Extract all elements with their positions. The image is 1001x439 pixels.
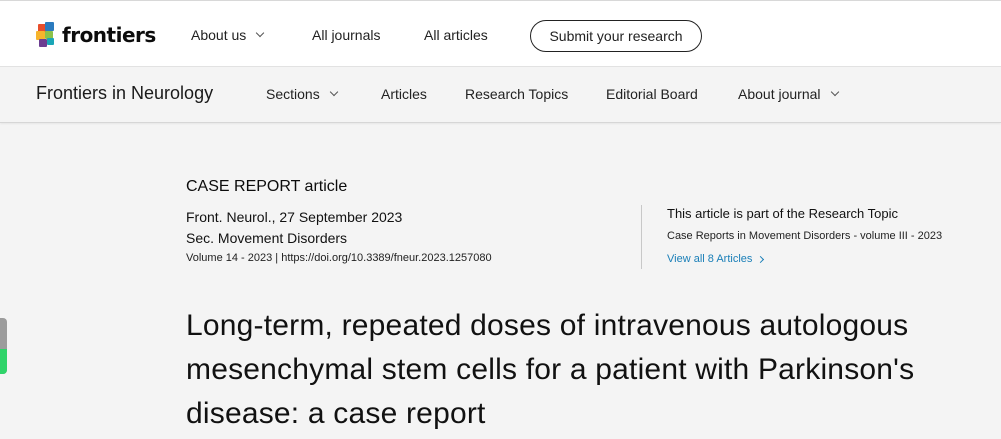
chevron-right-icon bbox=[757, 255, 765, 263]
journal-nav-sections-label: Sections bbox=[266, 86, 320, 102]
journal-title[interactable]: Frontiers in Neurology bbox=[36, 83, 213, 104]
article-citation: Front. Neurol., 27 September 2023 bbox=[186, 209, 403, 225]
nav-all-journals-label: All journals bbox=[312, 27, 381, 43]
nav-all-articles-label: All articles bbox=[424, 27, 488, 43]
journal-nav-editorial-board-label: Editorial Board bbox=[606, 86, 698, 102]
research-topic-label: This article is part of the Research Top… bbox=[667, 206, 898, 221]
nav-about-us-label: About us bbox=[191, 27, 247, 43]
top-navigation-bar: frontiers About us All journals All arti… bbox=[0, 0, 1001, 67]
journal-nav-articles[interactable]: Articles bbox=[381, 86, 427, 102]
journal-nav-research-topics-label: Research Topics bbox=[465, 86, 569, 102]
journal-nav-research-topics[interactable]: Research Topics bbox=[465, 86, 568, 102]
nav-all-journals[interactable]: All journals bbox=[312, 27, 380, 43]
nav-all-articles[interactable]: All articles bbox=[424, 27, 488, 43]
journal-nav-articles-label: Articles bbox=[381, 86, 427, 102]
chevron-down-icon bbox=[830, 87, 839, 97]
article-type: CASE REPORT article bbox=[186, 178, 348, 195]
chevron-down-icon bbox=[256, 28, 265, 38]
journal-nav-about-journal-label: About journal bbox=[738, 86, 821, 102]
side-feedback-widget[interactable] bbox=[0, 318, 7, 374]
frontiers-logo-icon bbox=[36, 22, 58, 48]
journal-nav-editorial-board[interactable]: Editorial Board bbox=[606, 86, 698, 102]
article-title: Long-term, repeated doses of intravenous… bbox=[186, 309, 915, 430]
article-section: Sec. Movement Disorders bbox=[186, 230, 348, 246]
divider bbox=[641, 205, 642, 269]
journal-navigation-bar: Frontiers in Neurology Sections Articles… bbox=[0, 67, 1001, 123]
journal-nav-about-journal[interactable]: About journal bbox=[738, 86, 839, 102]
view-all-articles-link[interactable]: View all 8 Articles bbox=[667, 253, 765, 265]
side-widget-fill bbox=[0, 348, 7, 374]
chevron-down-icon bbox=[329, 87, 338, 97]
submit-research-button[interactable]: Submit your research bbox=[530, 20, 702, 52]
frontiers-logo[interactable]: frontiers bbox=[36, 21, 156, 49]
research-topic-name[interactable]: Case Reports in Movement Disorders - vol… bbox=[667, 230, 942, 242]
logo-text: frontiers bbox=[62, 23, 156, 47]
article-volume-doi[interactable]: Volume 14 - 2023 | https://doi.org/10.33… bbox=[186, 252, 492, 264]
nav-about-us[interactable]: About us bbox=[191, 27, 265, 43]
journal-nav-sections[interactable]: Sections bbox=[266, 86, 338, 102]
view-all-articles-label: View all 8 Articles bbox=[667, 253, 753, 265]
